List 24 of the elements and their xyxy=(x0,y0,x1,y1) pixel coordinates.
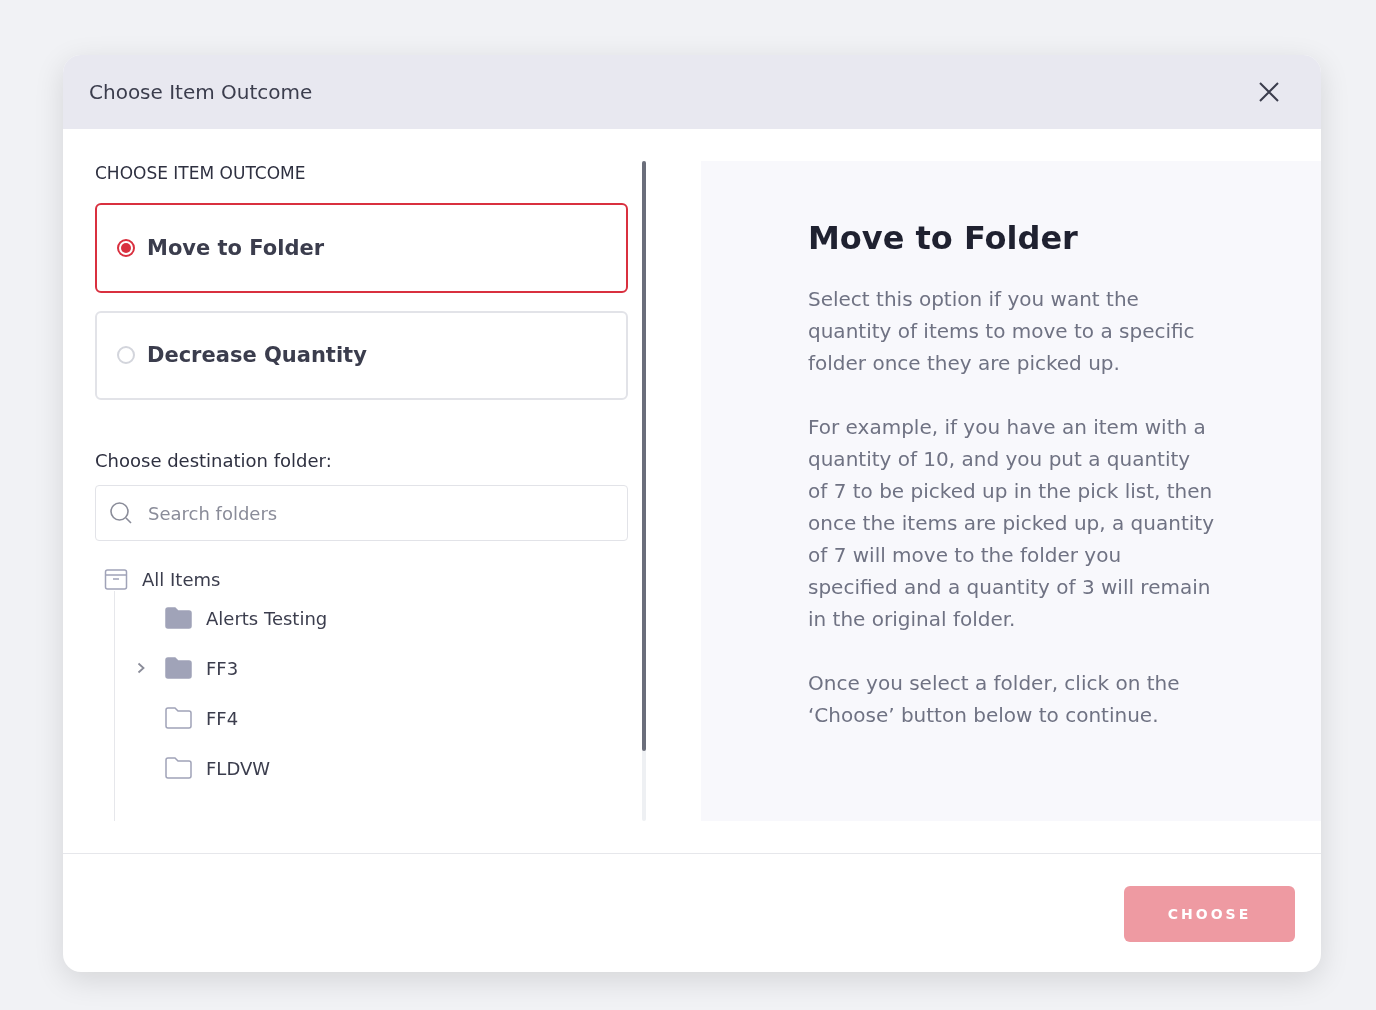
outcome-option[interactable]: Decrease Quantity xyxy=(95,310,628,401)
folder-filled-icon xyxy=(165,657,192,680)
section-heading: CHOOSE ITEM OUTCOME xyxy=(95,163,307,183)
folder-filled-icon xyxy=(165,607,192,630)
help-paragraph: Once you select a folder, click on the ‘Choose’ button below to continue. xyxy=(808,670,1181,729)
chevron-right-icon[interactable] xyxy=(137,662,145,675)
search-icon xyxy=(109,501,133,526)
close-button[interactable] xyxy=(1257,80,1281,104)
field-label: Choose destination folder: xyxy=(95,450,333,472)
folder-item[interactable]: FF4 xyxy=(206,707,239,729)
scrollbar-thumb[interactable] xyxy=(642,161,646,751)
search-field[interactable]: Search folders xyxy=(95,485,628,542)
box-icon xyxy=(104,567,128,592)
tree-item[interactable]: All Items xyxy=(142,568,221,590)
help-title: Move to Folder xyxy=(808,219,1079,257)
dialog-title: Choose Item Outcome xyxy=(89,80,313,104)
folder-item[interactable]: FF3 xyxy=(206,657,239,679)
help-paragraph: Select this option if you want the quantity of items to move to a specific folder once they are picked up. xyxy=(808,286,1196,377)
folder-icon xyxy=(165,707,192,730)
folder-icon xyxy=(165,757,192,780)
outcome-option[interactable]: Move to Folder xyxy=(95,203,628,293)
folder-item[interactable]: Alerts Testing xyxy=(206,607,328,629)
help-paragraph: For example, if you have an item with a quantity of 10, and you put a quantity of 7 to be picked up in the pick list, then once the items are picked up, a quantity of 7 will move to the folder you specified and a quantity of 3 will remain in the original folder. xyxy=(808,414,1215,633)
folder-item[interactable]: FLDVW xyxy=(206,757,271,779)
